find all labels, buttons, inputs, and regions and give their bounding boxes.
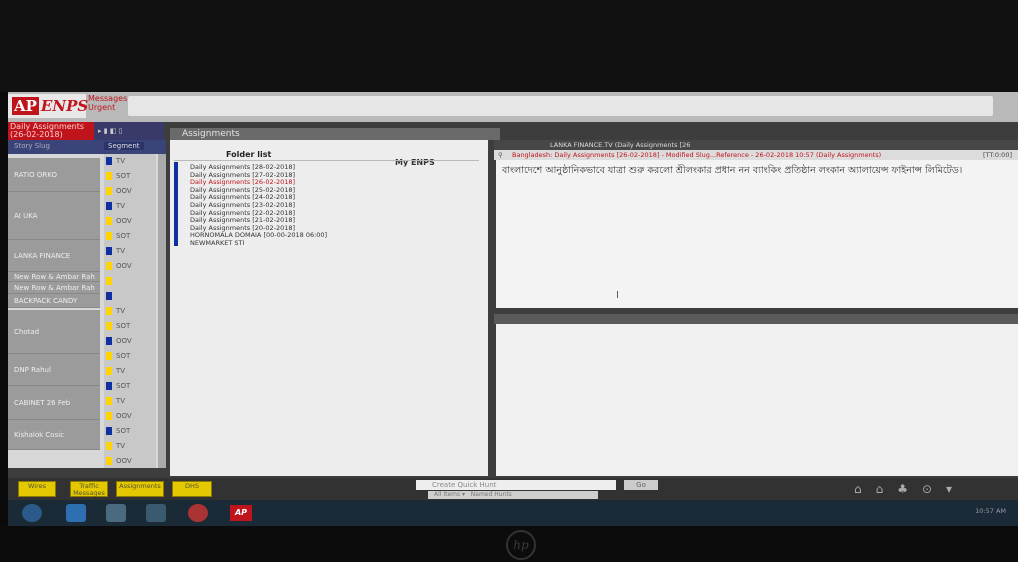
segment-tag[interactable]: OOV: [104, 259, 156, 274]
go-button[interactable]: Go: [624, 480, 658, 490]
segment-color-icon: [106, 442, 112, 450]
segment-tag[interactable]: OOV: [104, 334, 156, 349]
ap-enps-taskbar-icon[interactable]: AP: [230, 505, 252, 521]
segment-color-icon: [106, 307, 112, 315]
pane-controls[interactable]: ▸ ▮ ◧ ▯: [94, 122, 164, 140]
start-icon[interactable]: [22, 504, 42, 522]
rundown-row[interactable]: AI UKA: [8, 192, 100, 240]
search-icon[interactable]: ⚲: [498, 150, 503, 160]
rundown-row[interactable]: Kishalok Cosic: [8, 420, 100, 450]
segment-color-icon: [106, 217, 112, 225]
explorer-icon[interactable]: [106, 504, 126, 522]
segment-tag[interactable]: TV: [104, 394, 156, 409]
segment-color-icon: [106, 322, 112, 330]
column-story-slug[interactable]: Story Slug: [14, 142, 50, 150]
segment-tag[interactable]: SOT: [104, 379, 156, 394]
segment-color-icon: [106, 232, 112, 240]
segment-color-icon: [106, 337, 112, 345]
chrome-icon[interactable]: [188, 504, 208, 522]
segment-color-icon: [106, 292, 112, 300]
rundown-row[interactable]: CABINET 26 Feb: [8, 386, 100, 420]
segment-tag[interactable]: SOT: [104, 169, 156, 184]
rundown-row[interactable]: BACKPACK CANDY: [8, 294, 100, 308]
segment-tag[interactable]: OOV: [104, 409, 156, 424]
segment-tag[interactable]: [104, 274, 156, 289]
segment-tag[interactable]: SOT: [104, 424, 156, 439]
messages-label: Messages: Urgent: [88, 94, 130, 112]
segment-color-icon: [106, 277, 112, 285]
toolbar-icons[interactable]: ⌂⌂♣⊙▾: [854, 482, 966, 496]
quick-hunt-input[interactable]: Create Quick Hunt: [416, 480, 616, 490]
rundown-row[interactable]: New Row & Ambar Rah: [8, 272, 100, 282]
segment-color-icon: [106, 247, 112, 255]
segment-tag[interactable]: TV: [104, 244, 156, 259]
rundown-header: Story Slug Segment: [8, 140, 166, 154]
hunt-scope-select[interactable]: All Items ▾ Named Hunts: [428, 491, 598, 499]
rundown-scrollbar[interactable]: [158, 154, 166, 468]
text-cursor-icon: I: [616, 290, 619, 301]
segment-tag[interactable]: TV: [104, 154, 156, 169]
segment-color-icon: [106, 412, 112, 420]
segment-tag[interactable]: TV: [104, 304, 156, 319]
segment-color-icon: [106, 382, 112, 390]
segment-column: TV SOT OOV TV OOV SOT TV OOV TV SOT OOV SOT TV SOT TV O…: [104, 154, 156, 468]
segment-tag[interactable]: OOV: [104, 214, 156, 229]
rundown-pane: Story Slug Segment RATIO ORKO AI UKA LANKA…: [8, 140, 166, 468]
segment-tag[interactable]: [104, 289, 156, 304]
assignment-folder-item[interactable]: Daily Assignments [28-02-2018]: [190, 164, 295, 171]
hp-logo: hp: [506, 530, 536, 560]
segment-color-icon: [106, 157, 112, 165]
segment-color-icon: [106, 352, 112, 360]
segment-tag[interactable]: TV: [104, 364, 156, 379]
folder-button-assignments[interactable]: Assignments: [116, 481, 164, 497]
enps-screen: AP ENPS Messages: Urgent Daily Assignments…: [8, 92, 1018, 526]
segment-tag[interactable]: SOT: [104, 319, 156, 334]
assignment-folder-item[interactable]: Daily Assignments [23-02-2018]: [190, 202, 295, 209]
folder-button-dhs[interactable]: DHS: [172, 481, 212, 497]
column-segment[interactable]: Segment: [104, 142, 144, 150]
segment-tag[interactable]: OOV: [104, 184, 156, 199]
app-header: AP ENPS Messages: Urgent: [8, 92, 1018, 122]
folder-tree-marker: [174, 162, 178, 246]
segment-tag[interactable]: SOT: [104, 349, 156, 364]
divider: [174, 160, 479, 161]
rundown-row[interactable]: Chotad: [8, 310, 100, 354]
browser-icon[interactable]: [66, 504, 86, 522]
segment-color-icon: [106, 202, 112, 210]
assignment-folder-item[interactable]: NEWMARKET STI: [190, 240, 244, 247]
media-icon[interactable]: [146, 504, 166, 522]
segment-color-icon: [106, 457, 112, 465]
rundown-row[interactable]: LANKA FINANCE: [8, 240, 100, 272]
folder-list-label: Folder list: [226, 150, 272, 159]
system-clock: 10:57 AM: [975, 507, 1006, 515]
folder-button-wires[interactable]: Wires: [18, 481, 56, 497]
rundown-row[interactable]: DNP Rahul: [8, 354, 100, 386]
segment-tag[interactable]: OOV: [104, 454, 156, 469]
story-title: LANKA FINANCE.TV (Daily Assignments [26: [494, 140, 1018, 150]
rundown-row[interactable]: New Row & Ambar Rah: [8, 282, 100, 294]
segment-tag[interactable]: SOT: [104, 229, 156, 244]
secondary-pane[interactable]: [496, 324, 1018, 476]
segment-color-icon: [106, 172, 112, 180]
enps-logo: AP ENPS: [8, 94, 88, 118]
folder-button-traffic[interactable]: Traffic Messages: [70, 481, 108, 497]
segment-tag[interactable]: TV: [104, 199, 156, 214]
story-path: ⚲ Bangladesh: Daily Assignments [26-02-2…: [494, 150, 1018, 160]
assignments-title: Assignments: [170, 128, 500, 140]
segment-color-icon: [106, 397, 112, 405]
rundown-row[interactable]: RATIO ORKO: [8, 158, 100, 192]
story-text-editor[interactable]: বাংলাদেশে আনুষ্ঠানিকভাবে যাত্রা শুরু করল…: [496, 160, 1018, 308]
segment-color-icon: [106, 367, 112, 375]
windows-taskbar: AP 10:57 AM: [8, 500, 1018, 526]
secondary-pane-title: [494, 314, 1018, 324]
assignments-pane: Folder list My ENPS Daily Assignments [2…: [170, 140, 488, 476]
monitor-bezel-top: [0, 0, 1018, 92]
message-bar[interactable]: [128, 96, 993, 116]
segment-tag[interactable]: TV: [104, 439, 156, 454]
segment-color-icon: [106, 187, 112, 195]
segment-color-icon: [106, 262, 112, 270]
segment-color-icon: [106, 427, 112, 435]
folder-bar: Wires Traffic Messages Assignments DHS C…: [8, 478, 1018, 500]
daily-assignments-title: Daily Assignments (26-02-2018): [8, 122, 94, 140]
